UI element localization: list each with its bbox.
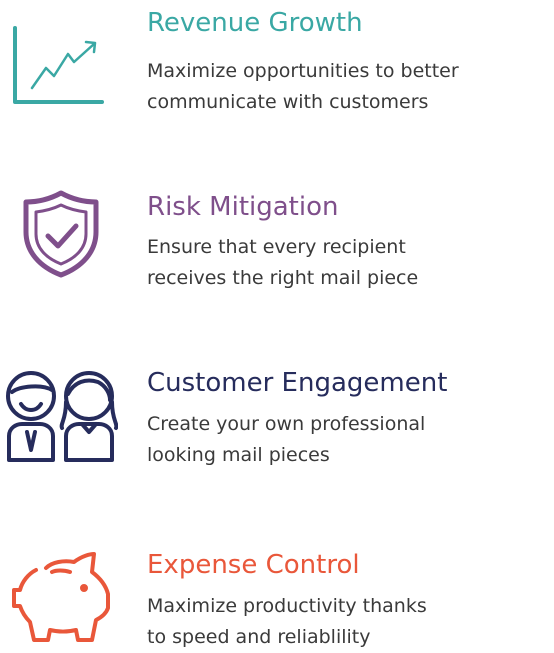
description-line: communicate with customers bbox=[147, 91, 429, 113]
feature-description: Maximize opportunities to better communi… bbox=[147, 56, 547, 118]
piggy-bank-icon bbox=[12, 552, 112, 644]
description-line: Create your own professional bbox=[147, 413, 426, 435]
feature-description: Maximize productivity thanks to speed an… bbox=[147, 591, 547, 653]
growth-chart-icon bbox=[12, 26, 104, 106]
feature-title: Expense Control bbox=[147, 550, 360, 580]
description-line: Maximize opportunities to better bbox=[147, 60, 459, 82]
description-line: Ensure that every recipient bbox=[147, 236, 406, 258]
description-line: Maximize productivity thanks bbox=[147, 595, 427, 617]
feature-title: Customer Engagement bbox=[147, 368, 448, 398]
feature-description: Ensure that every recipient receives the… bbox=[147, 232, 547, 294]
description-line: receives the right mail piece bbox=[147, 267, 419, 289]
feature-title: Risk Mitigation bbox=[147, 192, 339, 222]
shield-check-icon bbox=[22, 190, 100, 278]
feature-description: Create your own professional looking mai… bbox=[147, 409, 547, 471]
feature-title: Revenue Growth bbox=[147, 8, 363, 38]
description-line: looking mail pieces bbox=[147, 444, 330, 466]
customers-icon bbox=[2, 362, 118, 462]
description-line: to speed and reliablility bbox=[147, 626, 371, 648]
